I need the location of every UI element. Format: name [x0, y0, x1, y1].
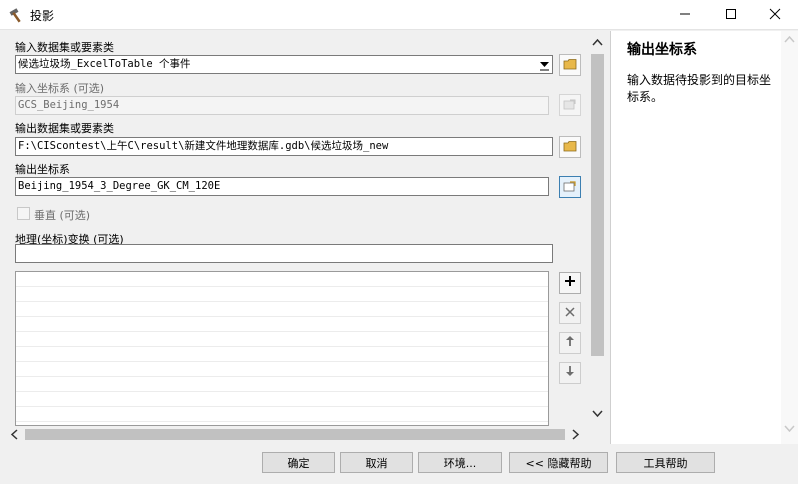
output-coord-field[interactable]: Beijing_1954_3_Degree_GK_CM_120E: [15, 177, 549, 196]
output-dataset-input[interactable]: F:\CIScontest\上午C\result\新建文件地理数据库.gdb\候…: [15, 137, 553, 156]
properties-icon: [563, 180, 577, 195]
input-dataset-value: 候选垃圾场_ExcelToTable 个事件: [18, 58, 191, 70]
x-icon: [565, 305, 575, 321]
input-dataset-label: 输入数据集或要素类: [15, 41, 114, 54]
parameters-pane: 输入数据集或要素类 候选垃圾场_ExcelToTable 个事件 输入坐标系 (…: [0, 31, 608, 444]
chevron-down-icon[interactable]: [539, 59, 550, 71]
horizontal-scrollbar[interactable]: [8, 426, 583, 443]
move-down-button: [559, 362, 581, 384]
vertical-scroll-thumb[interactable]: [591, 54, 604, 356]
chevron-up-icon[interactable]: [784, 35, 795, 48]
input-coord-value: GCS_Beijing_1954: [18, 99, 120, 111]
ok-button[interactable]: 确定: [262, 452, 335, 473]
geo-transform-input[interactable]: [15, 244, 553, 263]
button-bar: 确定 取消 环境... << 隐藏帮助 工具帮助: [0, 444, 798, 484]
title-bar: 投影: [0, 0, 798, 30]
folder-icon: [563, 58, 577, 73]
output-dataset-browse-button[interactable]: [559, 136, 581, 158]
vertical-scrollbar[interactable]: [589, 36, 606, 423]
output-dataset-label: 输出数据集或要素类: [15, 122, 114, 135]
hammer-icon: [8, 7, 26, 23]
help-text: 输入数据待投影到的目标坐标系。: [627, 73, 772, 104]
help-scrollbar[interactable]: [781, 31, 798, 444]
vertical-checkbox[interactable]: [17, 207, 30, 220]
help-pane: 输出坐标系 输入数据待投影到的目标坐标系。: [610, 31, 798, 444]
input-dataset-combo[interactable]: 候选垃圾场_ExcelToTable 个事件: [15, 55, 553, 74]
help-title: 输出坐标系: [627, 42, 697, 58]
window-title: 投影: [30, 9, 55, 23]
folder-icon: [563, 140, 577, 155]
chevron-up-icon[interactable]: [592, 38, 603, 51]
chevron-down-icon[interactable]: [784, 423, 795, 436]
output-dataset-value: F:\CIScontest\上午C\result\新建文件地理数据库.gdb\候…: [18, 140, 389, 152]
add-row-button[interactable]: [559, 272, 581, 294]
chevron-right-icon[interactable]: [570, 429, 580, 443]
vertical-label: 垂直 (可选): [34, 209, 91, 222]
input-coord-field: GCS_Beijing_1954: [15, 96, 549, 115]
plus-icon: [564, 275, 576, 291]
maximize-button[interactable]: [708, 0, 754, 30]
tool-help-button[interactable]: 工具帮助: [616, 452, 715, 473]
cancel-button[interactable]: 取消: [340, 452, 413, 473]
move-up-button: [559, 332, 581, 354]
output-coord-value: Beijing_1954_3_Degree_GK_CM_120E: [18, 180, 221, 192]
properties-icon: [563, 98, 577, 113]
input-dataset-browse-button[interactable]: [559, 54, 581, 76]
environments-button[interactable]: 环境...: [418, 452, 502, 473]
output-coord-label: 输出坐标系: [15, 163, 70, 176]
close-icon: [769, 8, 781, 23]
arrow-down-icon: [565, 365, 575, 381]
arrow-up-icon: [565, 335, 575, 351]
maximize-icon: [725, 8, 737, 23]
minimize-icon: [679, 8, 691, 23]
chevron-down-icon[interactable]: [592, 408, 603, 421]
horizontal-scroll-thumb[interactable]: [25, 429, 565, 440]
output-coord-properties-button[interactable]: [559, 176, 581, 198]
transform-list[interactable]: [15, 271, 549, 426]
hide-help-button[interactable]: << 隐藏帮助: [509, 452, 608, 473]
close-button[interactable]: [752, 0, 798, 30]
input-coord-properties-button: [559, 94, 581, 116]
delete-row-button: [559, 302, 581, 324]
chevron-left-icon[interactable]: [10, 429, 20, 443]
input-coord-label: 输入坐标系 (可选): [15, 82, 105, 95]
minimize-button[interactable]: [662, 0, 708, 30]
